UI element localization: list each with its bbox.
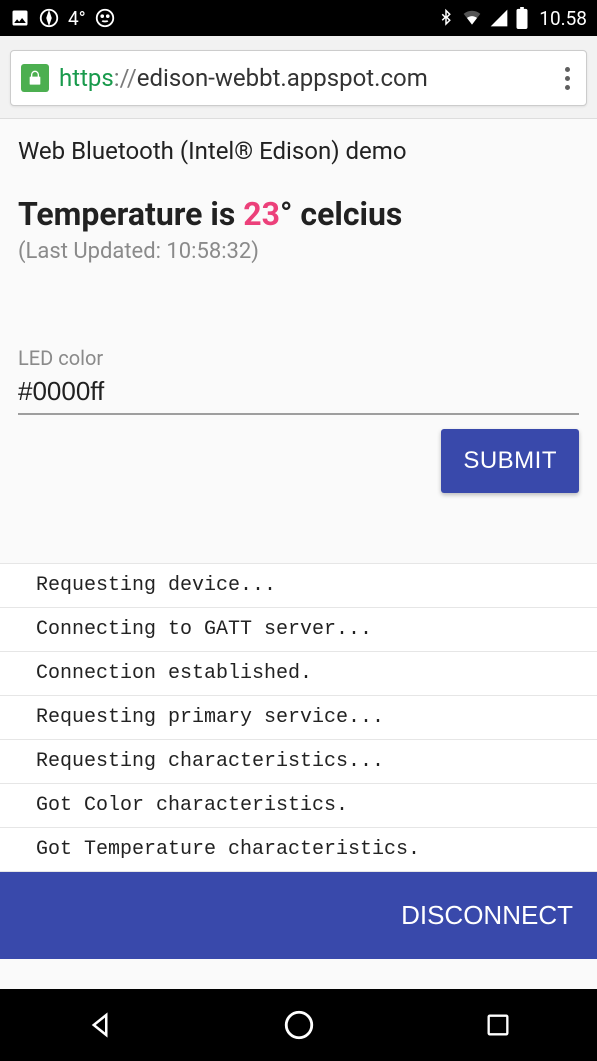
temperature-block: Temperature is 23° celcius (Last Updated… — [0, 175, 597, 268]
url-host: edison-webbt.appspot.com — [137, 64, 428, 92]
disconnect-button[interactable]: DISCONNECT — [401, 900, 573, 931]
log-item: Connection established. — [0, 651, 597, 695]
status-temperature: 4° — [68, 7, 86, 30]
led-label: LED color — [18, 346, 579, 370]
temperature-heading: Temperature is 23° celcius — [18, 195, 579, 233]
last-updated-close: ) — [251, 239, 259, 264]
battery-icon — [515, 7, 529, 29]
wifi-icon — [461, 8, 483, 28]
bluetooth-icon — [437, 7, 455, 29]
url-separator: :// — [114, 64, 137, 92]
log-item: Requesting primary service... — [0, 695, 597, 739]
face-icon — [94, 7, 116, 29]
signal-icon — [489, 8, 509, 28]
browser-menu-button[interactable] — [559, 67, 576, 90]
log-item: Got Temperature characteristics. — [0, 827, 597, 872]
android-nav-bar — [0, 989, 597, 1061]
page-content: Web Bluetooth (Intel® Edison) demo Tempe… — [0, 119, 597, 989]
url-text: https://edison-webbt.appspot.com — [59, 64, 428, 92]
log-item: Connecting to GATT server... — [0, 607, 597, 651]
compass-icon — [38, 7, 60, 29]
page-title: Web Bluetooth (Intel® Edison) demo — [0, 119, 597, 175]
log-item: Requesting device... — [0, 563, 597, 607]
log-item: Got Color characteristics. — [0, 783, 597, 827]
lock-icon — [21, 64, 49, 92]
status-time: 10.58 — [539, 7, 587, 30]
temperature-prefix: Temperature is — [18, 195, 243, 233]
android-status-bar: 4° 10.58 — [0, 0, 597, 36]
back-button[interactable] — [78, 1003, 122, 1047]
temperature-value: 23 — [243, 195, 280, 233]
url-bar[interactable]: https://edison-webbt.appspot.com — [10, 50, 587, 106]
browser-toolbar: https://edison-webbt.appspot.com — [0, 36, 597, 119]
image-icon — [10, 8, 30, 28]
footer-bar: DISCONNECT — [0, 872, 597, 959]
log-list: Requesting device... Connecting to GATT … — [0, 563, 597, 872]
led-color-input[interactable] — [18, 374, 579, 415]
led-block: LED color SUBMIT — [0, 268, 597, 493]
log-item: Requesting characteristics... — [0, 739, 597, 783]
recents-button[interactable] — [476, 1003, 520, 1047]
last-updated-label: (Last Updated: — [18, 239, 166, 264]
last-updated-time: 10:58:32 — [166, 239, 251, 264]
submit-button[interactable]: SUBMIT — [441, 429, 579, 493]
home-button[interactable] — [277, 1003, 321, 1047]
temperature-suffix: ° celcius — [280, 195, 402, 233]
url-scheme: https — [59, 64, 114, 92]
last-updated: (Last Updated: 10:58:32) — [18, 239, 579, 264]
